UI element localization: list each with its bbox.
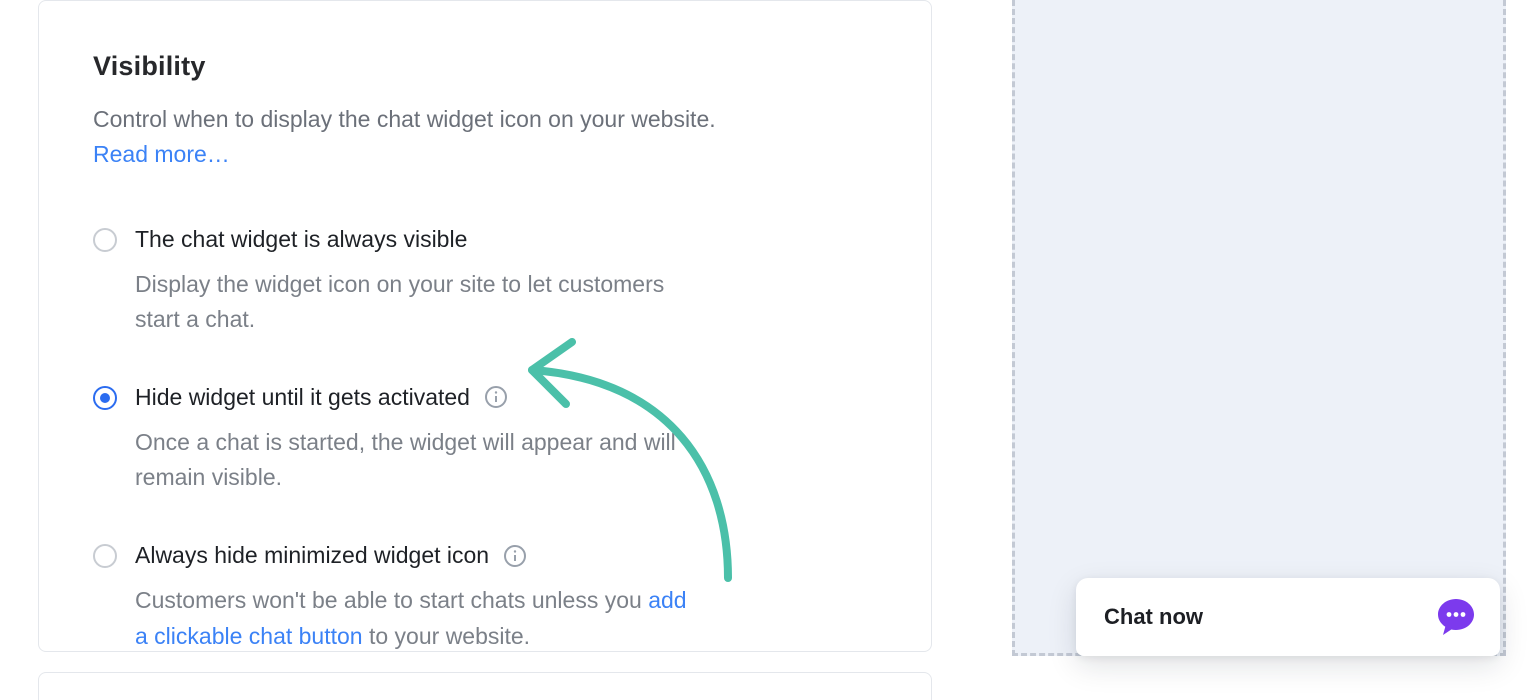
option-body: Hide widget until it gets activated Once… <box>135 384 877 496</box>
visibility-options: The chat widget is always visible Displa… <box>93 226 877 655</box>
option-always-hide: Always hide minimized widget icon Custom… <box>93 542 877 654</box>
visibility-settings-card: Visibility Control when to display the c… <box>38 0 932 652</box>
read-more-link[interactable]: Read more… <box>93 141 230 168</box>
option-body: Always hide minimized widget icon Custom… <box>135 542 877 654</box>
option-desc-prefix: Customers won't be able to start chats u… <box>135 587 648 613</box>
radio-always-visible[interactable] <box>93 228 117 252</box>
option-title: Hide widget until it gets activated <box>135 384 470 411</box>
option-title: The chat widget is always visible <box>135 226 467 253</box>
chat-widget-bar[interactable]: Chat now <box>1076 578 1500 656</box>
option-desc-suffix: to your website. <box>363 623 530 649</box>
widget-preview-pane: Chat now <box>1002 0 1540 656</box>
option-title: Always hide minimized widget icon <box>135 542 489 569</box>
section-description: Control when to display the chat widget … <box>93 102 877 137</box>
radio-hide-until-activated[interactable] <box>93 386 117 410</box>
option-always-visible: The chat widget is always visible Displa… <box>93 226 877 338</box>
preview-background <box>1012 0 1506 656</box>
next-settings-card <box>38 672 932 700</box>
option-description: Customers won't be able to start chats u… <box>135 583 705 654</box>
info-icon[interactable] <box>484 385 508 409</box>
option-hide-until-activated: Hide widget until it gets activated Once… <box>93 384 877 496</box>
info-icon[interactable] <box>503 544 527 568</box>
section-title: Visibility <box>93 51 877 82</box>
radio-always-hide[interactable] <box>93 544 117 568</box>
chat-now-label: Chat now <box>1104 604 1203 630</box>
option-body: The chat widget is always visible Displa… <box>135 226 877 338</box>
option-description: Display the widget icon on your site to … <box>135 267 705 338</box>
chat-bubble-icon[interactable] <box>1434 595 1478 639</box>
option-description: Once a chat is started, the widget will … <box>135 425 705 496</box>
